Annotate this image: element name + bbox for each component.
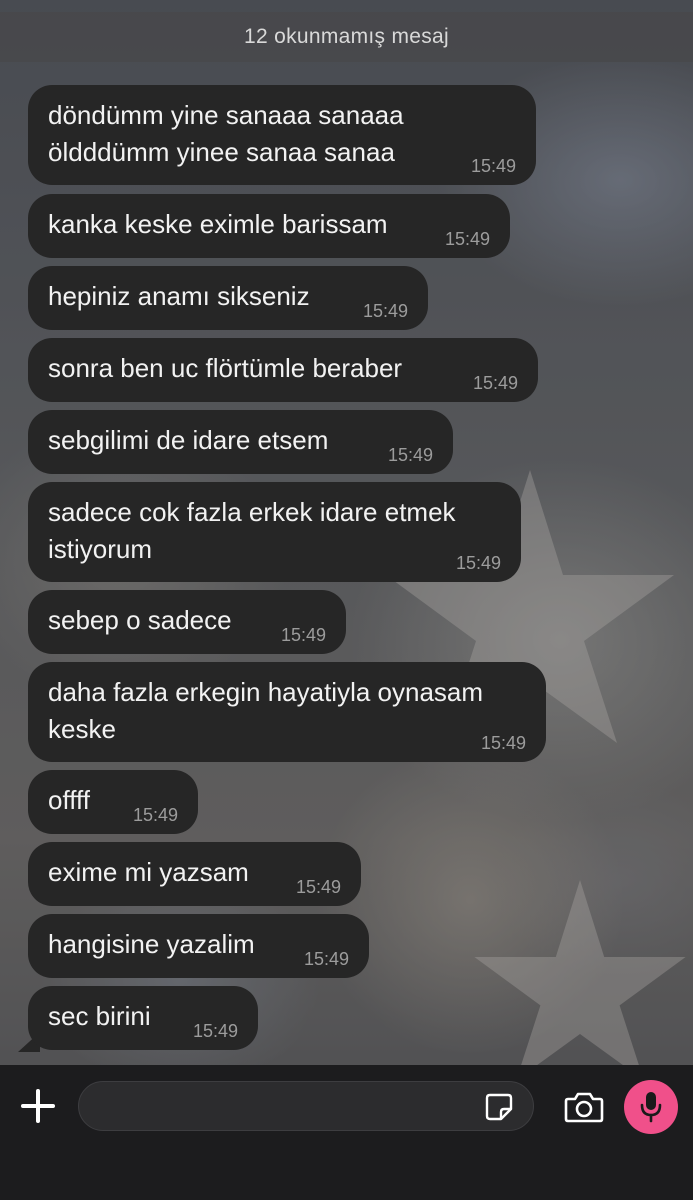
message-time: 15:49 <box>303 949 349 969</box>
message-bubble[interactable]: hepiniz anamı sikseniz 15:49 <box>28 266 428 330</box>
message-bubble[interactable]: sonra ben uc flörtümle beraber 15:49 <box>28 338 538 402</box>
message-bubble[interactable]: daha fazla erkegin hayatiyla oynasam kes… <box>28 662 546 762</box>
message-time: 15:49 <box>455 553 501 573</box>
message-time: 15:49 <box>387 445 433 465</box>
microphone-icon <box>640 1092 662 1123</box>
unread-messages-banner: 12 okunmamış mesaj <box>0 12 693 62</box>
message-time: 15:49 <box>280 625 326 645</box>
message-text: sonra ben uc flörtümle beraber <box>48 353 403 383</box>
message-time: 15:49 <box>480 733 526 753</box>
message-bubble[interactable]: hangisine yazalim 15:49 <box>28 914 369 978</box>
message-time: 15:49 <box>470 156 516 176</box>
message-bubble[interactable]: exime mi yazsam 15:49 <box>28 842 361 906</box>
message-time: 15:49 <box>444 229 490 249</box>
message-text: döndümm yine sanaaa sanaaa öldddümm yine… <box>48 100 404 167</box>
message-text: sadece cok fazla erkek idare etmek istiy… <box>48 497 456 564</box>
message-text: kanka keske eximle barissam <box>48 209 388 239</box>
message-bubble[interactable]: sebep o sadece 15:49 <box>28 590 346 654</box>
unread-messages-label: 12 okunmamış mesaj <box>244 25 449 48</box>
message-bubble[interactable]: sadece cok fazla erkek idare etmek istiy… <box>28 482 521 582</box>
camera-icon[interactable] <box>564 1090 604 1124</box>
microphone-button[interactable] <box>624 1080 678 1134</box>
sticker-icon[interactable] <box>484 1092 514 1122</box>
message-time: 15:49 <box>192 1021 238 1041</box>
message-input[interactable] <box>78 1081 534 1131</box>
message-text: daha fazla erkegin hayatiyla oynasam kes… <box>48 677 484 744</box>
message-time: 15:49 <box>472 373 518 393</box>
message-time: 15:49 <box>362 301 408 321</box>
message-bubble[interactable]: sebgilimi de idare etsem 15:49 <box>28 410 453 474</box>
message-bubble[interactable]: sec birini 15:49 <box>28 986 258 1050</box>
message-time: 15:49 <box>132 805 178 825</box>
message-bubble[interactable]: döndümm yine sanaaa sanaaa öldddümm yine… <box>28 85 536 185</box>
message-time: 15:49 <box>295 877 341 897</box>
plus-icon[interactable] <box>18 1086 58 1126</box>
message-bubble[interactable]: offff 15:49 <box>28 770 198 834</box>
message-bubble[interactable]: kanka keske eximle barissam 15:49 <box>28 194 510 258</box>
